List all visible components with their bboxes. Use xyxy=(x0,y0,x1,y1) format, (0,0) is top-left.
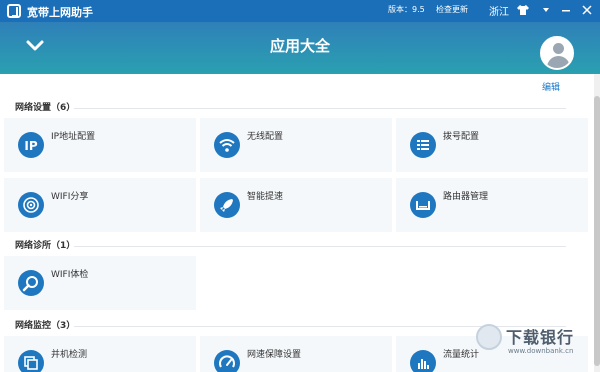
app-logo-icon xyxy=(7,4,21,18)
minimize-icon[interactable] xyxy=(559,3,573,17)
rocket-icon xyxy=(214,192,240,218)
app-card-wifi-share[interactable]: WIFI分享 xyxy=(4,178,196,232)
ip-icon: IP xyxy=(18,132,44,158)
version-text: 版本：9.5 xyxy=(388,5,425,14)
section-title-network-settings: 网络设置（6） xyxy=(15,103,76,113)
speed-gauge-icon xyxy=(214,350,240,372)
app-title: 宽带上网助手 xyxy=(27,6,93,19)
section-divider xyxy=(74,246,566,247)
app-card-label: 并机检测 xyxy=(51,350,88,360)
app-card-dial-config[interactable]: 拨号配置 xyxy=(396,118,588,172)
app-card-ip-config[interactable]: IP IP地址配置 xyxy=(4,118,196,172)
watermark-url: www.downbank.cn xyxy=(508,347,574,355)
page-title: 应用大全 xyxy=(269,37,330,55)
app-card-multi-device[interactable]: 并机检测 xyxy=(4,336,196,372)
title-bar: 宽带上网助手 版本：9.5 检查更新 浙江 xyxy=(0,0,600,22)
wifi-share-icon xyxy=(18,192,44,218)
watermark: 下载银行 www.downbank.cn xyxy=(468,322,598,370)
section-title-network-monitor: 网络监控（3） xyxy=(15,321,76,331)
app-card-label: 智能提速 xyxy=(247,192,284,202)
avatar-head-icon xyxy=(553,43,564,54)
app-card-label: WIFI分享 xyxy=(51,192,89,202)
avatar[interactable] xyxy=(540,36,574,70)
app-card-label: WIFI体检 xyxy=(51,270,89,280)
wifi-icon xyxy=(214,132,240,158)
dropdown-icon[interactable] xyxy=(539,3,553,17)
router-icon xyxy=(410,192,436,218)
check-update-link[interactable]: 检查更新 xyxy=(436,4,468,15)
app-card-label: IP地址配置 xyxy=(51,132,96,142)
bar-chart-icon xyxy=(410,350,436,372)
svg-text:IP: IP xyxy=(24,139,37,153)
section-divider xyxy=(74,108,566,109)
wifi-check-icon xyxy=(18,270,44,296)
province-selector[interactable]: 浙江 xyxy=(489,3,509,18)
app-card-smart-speedup[interactable]: 智能提速 xyxy=(200,178,392,232)
page-header: 应用大全 xyxy=(0,22,600,74)
section-title-network-clinic: 网络诊所（1） xyxy=(15,241,76,251)
app-card-label: 网速保障设置 xyxy=(247,350,302,360)
app-card-router-manage[interactable]: 路由器管理 xyxy=(396,178,588,232)
close-icon[interactable] xyxy=(580,3,594,17)
app-card-label: 拨号配置 xyxy=(443,132,480,142)
avatar-body-icon xyxy=(547,56,570,68)
app-card-wireless-config[interactable]: 无线配置 xyxy=(200,118,392,172)
app-card-label: 路由器管理 xyxy=(443,192,489,202)
shirt-icon[interactable] xyxy=(516,3,530,17)
app-card-label: 无线配置 xyxy=(247,132,284,142)
dial-list-icon xyxy=(410,132,436,158)
multi-device-icon xyxy=(18,350,44,372)
watermark-name: 下载银行 xyxy=(506,328,575,347)
watermark-logo-icon xyxy=(476,324,502,350)
app-card-speed-guarantee[interactable]: 网速保障设置 xyxy=(200,336,392,372)
app-card-wifi-check[interactable]: WIFI体检 xyxy=(4,256,196,310)
